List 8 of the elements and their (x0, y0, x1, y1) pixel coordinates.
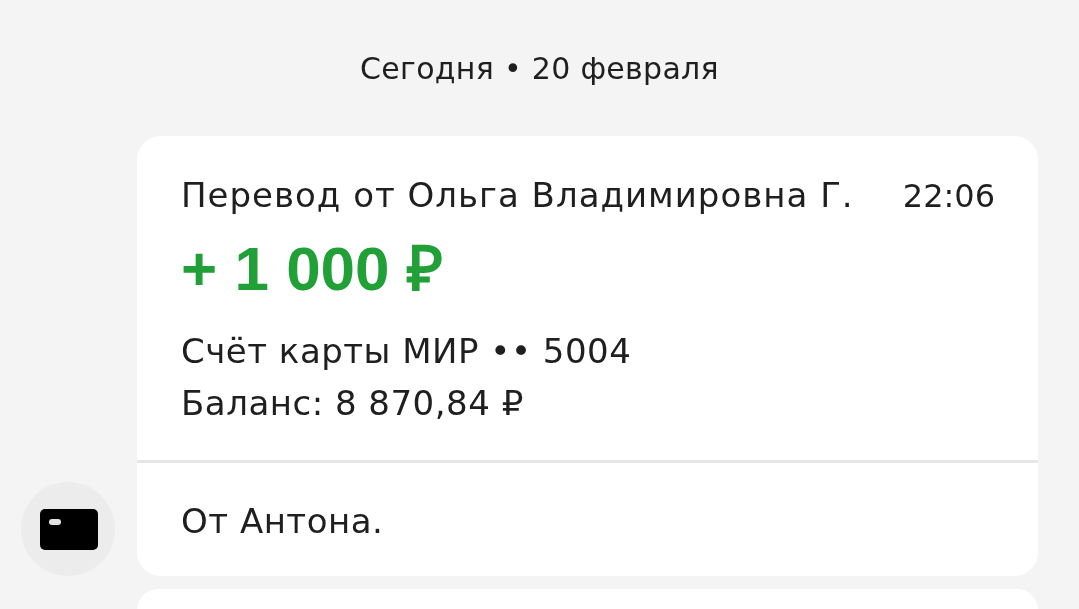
date-header: Сегодня • 20 февраля (360, 50, 719, 88)
transfer-title: Перевод от Ольга Владимировна Г. (181, 174, 854, 216)
message-time: 22:06 (902, 176, 995, 217)
transfer-amount: + 1 000 ₽ (181, 234, 443, 304)
message-comment: От Антона. (181, 500, 384, 543)
balance-label: Баланс: 8 870,84 ₽ (181, 382, 524, 425)
account-label: Счёт карты МИР •• 5004 (181, 330, 632, 373)
card-icon (21, 482, 115, 576)
